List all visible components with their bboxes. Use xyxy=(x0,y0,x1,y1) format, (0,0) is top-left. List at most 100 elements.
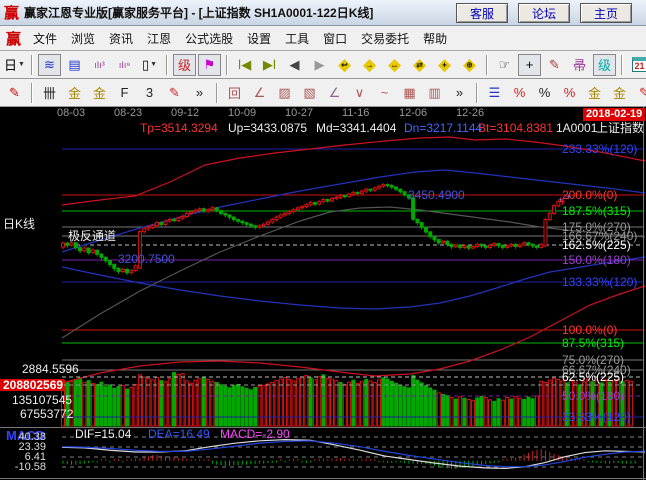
swap-diamond-icon[interactable]: ◆⇄ xyxy=(408,54,431,76)
gold-grid-large-icon[interactable]: 金 xyxy=(88,82,111,104)
pan-right-diamond-icon[interactable]: ◆→ xyxy=(358,54,381,76)
volume-bar xyxy=(96,385,99,426)
icon-glyph: + xyxy=(526,57,534,72)
candle-body xyxy=(288,212,291,214)
kline-style-dropdown[interactable]: ▯▼ xyxy=(138,54,161,76)
info-panel-icon[interactable]: ▤ xyxy=(63,54,86,76)
volume-bar xyxy=(126,389,129,426)
grid-dense-icon[interactable]: ▦ xyxy=(398,82,421,104)
menu-江恩[interactable]: 江恩 xyxy=(140,27,178,50)
menu-工具[interactable]: 工具 xyxy=(278,27,316,50)
menu-公式选股[interactable]: 公式选股 xyxy=(178,27,240,50)
color-flag-icon[interactable]: ⚑ xyxy=(198,54,221,76)
volume-bar xyxy=(249,390,252,426)
volume-bar xyxy=(412,376,415,426)
candle-body xyxy=(493,244,496,246)
macd-dif-line xyxy=(62,440,645,469)
app-logo-icon: 赢 xyxy=(4,2,19,23)
title-button-1[interactable]: 论坛 xyxy=(518,3,570,23)
red-marker-icon[interactable]: ✎ xyxy=(3,82,26,104)
gold-lines-icon[interactable]: 金 xyxy=(608,82,631,104)
volume-bar xyxy=(523,399,526,426)
volume-bar xyxy=(360,381,363,426)
box-lines-icon[interactable]: 回 xyxy=(223,82,246,104)
kline-chart-canvas[interactable] xyxy=(0,107,646,480)
check-line-icon[interactable]: ∨ xyxy=(348,82,371,104)
icon-glyph: ✎ xyxy=(639,85,646,101)
percent-line-icon[interactable]: % xyxy=(508,82,531,104)
candle-body xyxy=(365,189,368,191)
menu-帮助[interactable]: 帮助 xyxy=(416,27,454,50)
chart-area[interactable]: 日K线 极反通道 MACD 08-0308-2309-1210-0910-271… xyxy=(0,107,646,480)
volume-bar xyxy=(91,383,94,426)
scale-ticks-icon[interactable]: ☰ xyxy=(483,82,506,104)
fan-box-1-icon[interactable]: ▨ xyxy=(273,82,296,104)
candle-body xyxy=(143,229,146,232)
angle-lines-icon[interactable]: ∠ xyxy=(323,82,346,104)
first-page-icon[interactable]: ǀ◀ xyxy=(233,54,256,76)
center-diamond-icon[interactable]: ◆+ xyxy=(433,54,456,76)
period-label: 日K线 xyxy=(3,218,35,230)
volume-bar xyxy=(271,383,274,426)
gann-tool-icon[interactable]: 级 xyxy=(173,54,196,76)
menu-资讯[interactable]: 资讯 xyxy=(102,27,140,50)
f-grid-icon[interactable]: F xyxy=(113,82,136,104)
prev-icon[interactable]: ◀ xyxy=(283,54,306,76)
candle-body xyxy=(377,186,380,188)
volume-bar xyxy=(531,399,534,426)
expand-h-diamond-icon[interactable]: ◆↔ xyxy=(383,54,406,76)
volume-bar xyxy=(296,379,299,426)
crosshair-icon[interactable]: + xyxy=(518,54,541,76)
menu-文件[interactable]: 文件 xyxy=(26,27,64,50)
candle-body xyxy=(305,205,308,207)
percent-under-icon[interactable]: % xyxy=(558,82,581,104)
menu-浏览[interactable]: 浏览 xyxy=(64,27,102,50)
gold-grid-small-icon[interactable]: 金 xyxy=(63,82,86,104)
bars-9min-icon[interactable]: ıIı⁹ xyxy=(113,54,136,76)
period-day-dropdown[interactable]: 日▼ xyxy=(3,54,26,76)
volume-bar xyxy=(377,380,380,426)
title-button-2[interactable]: 主页 xyxy=(580,3,632,23)
fan-box-2-icon[interactable]: ▧ xyxy=(298,82,321,104)
menu-窗口[interactable]: 窗口 xyxy=(316,27,354,50)
candle-body xyxy=(535,246,538,248)
volume-bar xyxy=(416,380,419,426)
menu-交易委托[interactable]: 交易委托 xyxy=(354,27,416,50)
bars-3min-icon[interactable]: ıIı³ xyxy=(88,54,111,76)
app-window: 赢 赢家江恩专业版[赢家服务平台] - [上证指数 SH1A0001-122日K… xyxy=(0,0,646,480)
expand-all-diamond-icon[interactable]: ◆⊕ xyxy=(458,54,481,76)
wave-line-icon[interactable]: ~ xyxy=(373,82,396,104)
three-grid-icon[interactable]: 3 xyxy=(138,82,161,104)
volume-bar xyxy=(407,388,410,426)
gann-grid-icon[interactable]: 卌 xyxy=(38,82,61,104)
more-tools-1[interactable]: » xyxy=(188,82,211,104)
candle-body xyxy=(117,268,120,271)
volume-bar xyxy=(476,398,479,426)
more-tools-2[interactable]: » xyxy=(448,82,471,104)
zoom-back-diamond-icon[interactable]: ◆↩ xyxy=(333,54,356,76)
candle-body xyxy=(207,210,210,212)
pen-flag-icon[interactable]: ✎ xyxy=(633,82,646,104)
next-icon[interactable]: ▶ xyxy=(308,54,331,76)
marker-grid-icon[interactable]: ✎ xyxy=(163,82,186,104)
hand-tool-icon[interactable]: ☞ xyxy=(493,54,516,76)
fan-lines-icon[interactable]: ∠ xyxy=(248,82,271,104)
erase-pen-icon[interactable]: ✎ xyxy=(543,54,566,76)
macd-readout-value: DIF=15.04 xyxy=(75,428,131,440)
calendar-icon[interactable]: 21 xyxy=(628,54,646,76)
volume-bar xyxy=(108,385,111,426)
candle-body xyxy=(309,203,312,205)
grid-arrow-icon[interactable]: ▥ xyxy=(423,82,446,104)
diamond-arrow-icon: ⇄ xyxy=(416,60,423,69)
last-page-icon[interactable]: ▶ǀ xyxy=(258,54,281,76)
menu-设置[interactable]: 设置 xyxy=(240,27,278,50)
percent-icon[interactable]: % xyxy=(533,82,556,104)
gold-circle-icon[interactable]: 金 xyxy=(583,82,606,104)
trend-wave-icon[interactable]: ≋ xyxy=(38,54,61,76)
cycle-tool-icon[interactable]: 级 xyxy=(593,54,616,76)
candle-body xyxy=(241,221,244,223)
window-title: 赢家江恩专业版[赢家服务平台] - [上证指数 SH1A0001-122日K线] xyxy=(24,4,373,21)
title-button-0[interactable]: 客服 xyxy=(456,3,508,23)
broom-tool-icon[interactable]: 帚 xyxy=(568,54,591,76)
candle-body xyxy=(352,192,355,194)
